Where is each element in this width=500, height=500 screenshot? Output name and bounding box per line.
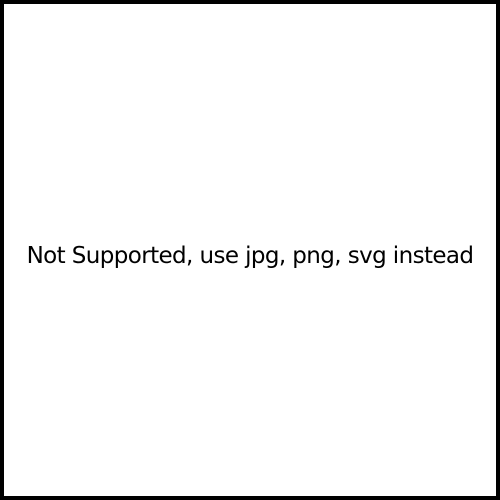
image-placeholder-frame: Not Supported, use jpg, png, svg instead bbox=[0, 0, 500, 500]
unsupported-format-message: Not Supported, use jpg, png, svg instead bbox=[26, 243, 474, 269]
